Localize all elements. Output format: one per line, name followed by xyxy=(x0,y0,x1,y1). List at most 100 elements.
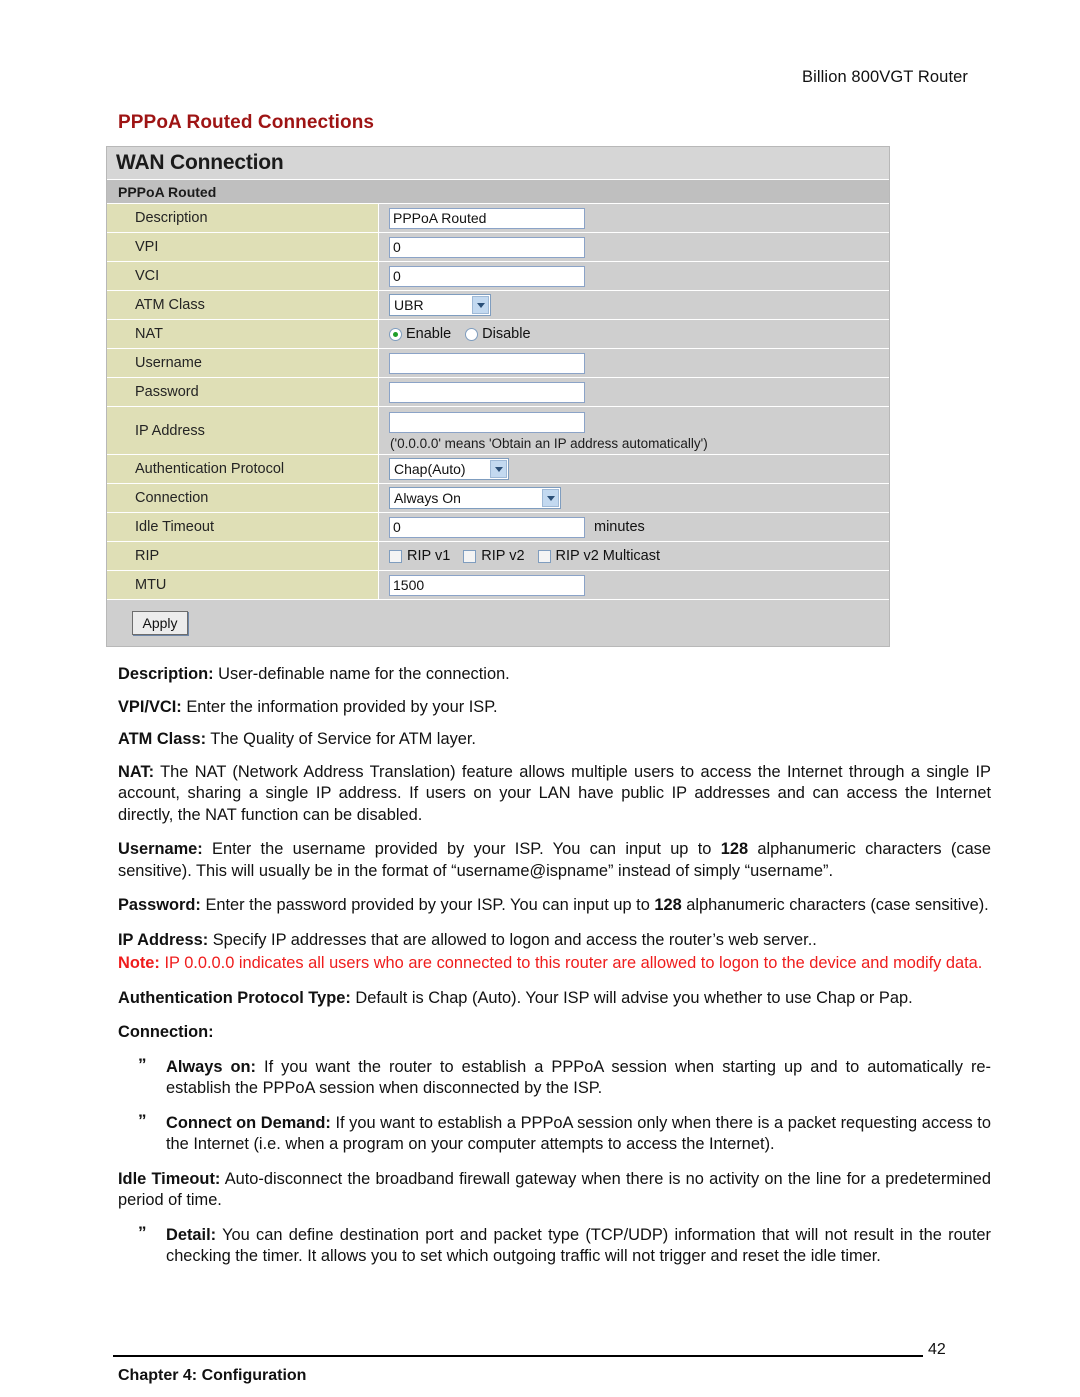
rip-v1-label: RIP v1 xyxy=(407,548,451,564)
text-note: IP 0.0.0.0 indicates all users who are c… xyxy=(159,954,983,972)
form-row-password: Password xyxy=(107,378,889,407)
wan-connection-panel: WAN Connection PPPoA Routed Description … xyxy=(106,146,890,647)
page-title: PPPoA Routed Connections xyxy=(118,112,375,133)
rip-v2-multicast-checkbox[interactable]: RIP v2 Multicast xyxy=(537,548,661,564)
label-ip-address: IP Address xyxy=(107,407,379,454)
label-connection: Connection xyxy=(107,484,379,512)
form-row-auth-protocol: Authentication Protocol Chap(Auto) xyxy=(107,455,889,484)
bullet-marker-icon: ” xyxy=(138,1110,147,1130)
atm-class-select[interactable]: UBR xyxy=(389,294,491,316)
rip-v2-label: RIP v2 xyxy=(481,548,525,564)
form-row-vci: VCI 0 xyxy=(107,262,889,291)
checkbox-icon xyxy=(463,549,477,563)
text-password-2: alphanumeric characters (case sensitive)… xyxy=(681,896,989,914)
term-ipaddress: IP Address: xyxy=(118,930,209,949)
connection-value: Always On xyxy=(394,490,461,506)
text-detail: You can define destination port and pack… xyxy=(166,1225,991,1266)
connection-select[interactable]: Always On xyxy=(389,487,561,509)
rip-v2-checkbox[interactable]: RIP v2 xyxy=(463,548,525,564)
form-row-atm-class: ATM Class UBR xyxy=(107,291,889,320)
form-row-description: Description PPPoA Routed xyxy=(107,204,889,233)
term-nat: NAT: xyxy=(118,762,155,781)
apply-button[interactable]: Apply xyxy=(132,611,188,635)
mtu-input[interactable]: 1500 xyxy=(389,574,585,596)
field-ip-address: ('0.0.0.0' means 'Obtain an IP address a… xyxy=(379,407,889,454)
label-description: Description xyxy=(107,204,379,232)
paragraph-vpivci: VPI/VCI: Enter the information provided … xyxy=(118,697,991,719)
nat-enable-radio[interactable]: Enable xyxy=(389,326,451,342)
radio-unselected-icon xyxy=(465,327,479,341)
paragraph-note: Note: IP 0.0.0.0 indicates all users who… xyxy=(118,953,991,975)
label-rip: RIP xyxy=(107,542,379,570)
form-row-vpi: VPI 0 xyxy=(107,233,889,262)
bullet-detail: ” Detail: You can define destination port… xyxy=(118,1222,991,1268)
rip-checkbox-group: RIP v1 RIP v2 RIP v2 Multicast xyxy=(389,548,660,564)
rip-v1-checkbox[interactable]: RIP v1 xyxy=(389,548,450,564)
ip-address-input[interactable] xyxy=(389,412,585,433)
field-connection: Always On xyxy=(379,484,889,512)
text-username-1: Enter the username provided by your ISP.… xyxy=(202,840,721,858)
chevron-down-icon xyxy=(490,460,507,478)
bullet-marker-icon: ” xyxy=(138,1222,147,1242)
text-always-on: If you want the router to establish a PP… xyxy=(166,1057,991,1098)
term-auth: Authentication Protocol Type: xyxy=(118,988,351,1007)
field-atm-class: UBR xyxy=(379,291,889,319)
text-nat: The NAT (Network Address Translation) fe… xyxy=(118,762,991,824)
form-row-idle-timeout: Idle Timeout 0 minutes xyxy=(107,513,889,542)
term-detail: Detail: xyxy=(166,1225,217,1244)
panel-title: WAN Connection xyxy=(107,147,889,180)
text-auth: Default is Chap (Auto). Your ISP will ad… xyxy=(350,988,913,1007)
term-vpivci: VPI/VCI: xyxy=(118,697,182,716)
atm-class-value: UBR xyxy=(394,297,424,313)
label-vci: VCI xyxy=(107,262,379,290)
label-vpi: VPI xyxy=(107,233,379,261)
idle-timeout-input[interactable]: 0 xyxy=(389,516,585,538)
field-username xyxy=(379,349,889,377)
ip-address-hint: ('0.0.0.0' means 'Obtain an IP address a… xyxy=(390,436,708,451)
label-atm-class: ATM Class xyxy=(107,291,379,319)
auth-protocol-select[interactable]: Chap(Auto) xyxy=(389,458,509,480)
term-idle-timeout: Idle Timeout: xyxy=(118,1169,221,1188)
form-row-rip: RIP RIP v1 RIP v2 RIP v2 Multicast xyxy=(107,542,889,571)
field-auth-protocol: Chap(Auto) xyxy=(379,455,889,483)
panel-subtitle: PPPoA Routed xyxy=(107,180,889,204)
paragraph-auth: Authentication Protocol Type: Default is… xyxy=(118,988,991,1010)
footer-divider xyxy=(113,1355,923,1357)
term-atmclass: ATM Class: xyxy=(118,730,207,748)
term-connect-on-demand: Connect on Demand: xyxy=(166,1113,331,1132)
label-nat: NAT xyxy=(107,320,379,348)
form-row-connection: Connection Always On xyxy=(107,484,889,513)
text-vpivci: Enter the information provided by your I… xyxy=(181,697,498,716)
chevron-down-icon xyxy=(542,489,559,507)
label-auth-protocol: Authentication Protocol xyxy=(107,455,379,483)
field-nat: Enable Disable xyxy=(379,320,889,348)
paragraph-nat: NAT: The NAT (Network Address Translatio… xyxy=(118,762,991,827)
field-mtu: 1500 xyxy=(379,571,889,599)
term-note: Note: xyxy=(118,954,160,972)
bullet-marker-icon: ” xyxy=(138,1054,147,1074)
text-description: User-definable name for the connection. xyxy=(213,665,510,683)
description-input[interactable]: PPPoA Routed xyxy=(389,207,585,229)
apply-row: Apply xyxy=(107,600,889,646)
rip-v2-multicast-label: RIP v2 Multicast xyxy=(555,548,661,564)
vci-input[interactable]: 0 xyxy=(389,265,585,287)
username-input[interactable] xyxy=(389,352,585,374)
form-row-username: Username xyxy=(107,349,889,378)
form-row-nat: NAT Enable Disable xyxy=(107,320,889,349)
term-username: Username: xyxy=(118,840,203,858)
nat-disable-radio[interactable]: Disable xyxy=(465,326,531,342)
footer-page-number: 42 xyxy=(928,1341,946,1358)
heading-connection: Connection: xyxy=(118,1023,214,1041)
label-mtu: MTU xyxy=(107,571,379,599)
field-vci: 0 xyxy=(379,262,889,290)
paragraph-description: Description: User-definable name for the… xyxy=(118,664,991,686)
paragraph-password: Password: Enter the password provided by… xyxy=(118,895,991,917)
text-atmclass: The Quality of Service for ATM layer. xyxy=(206,730,476,748)
text-password-128: 128 xyxy=(654,896,682,914)
password-input[interactable] xyxy=(389,381,585,403)
bullet-always-on: ” Always on: If you want the router to es… xyxy=(118,1054,991,1100)
paragraph-atmclass: ATM Class: The Quality of Service for AT… xyxy=(118,729,991,751)
paragraph-idle-timeout: Idle Timeout: Auto-disconnect the broadb… xyxy=(118,1169,991,1212)
nat-radio-group: Enable Disable xyxy=(389,326,531,342)
vpi-input[interactable]: 0 xyxy=(389,236,585,258)
